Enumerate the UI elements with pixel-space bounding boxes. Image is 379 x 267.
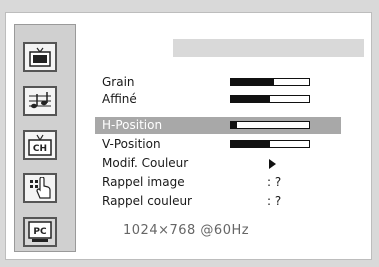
h-position-slider[interactable] <box>230 121 310 129</box>
setup-icon[interactable] <box>23 173 57 203</box>
affine-slider[interactable] <box>230 95 310 103</box>
resolution-text: 1024×768 @60Hz <box>123 223 250 238</box>
v-position-row[interactable]: V-Position <box>95 136 341 153</box>
v-position-label: V-Position <box>102 137 161 151</box>
rappel-image-value: : ? <box>267 175 282 189</box>
rappel-image-row[interactable]: Rappel image : ? <box>95 174 341 191</box>
v-position-slider[interactable] <box>230 140 310 148</box>
arrow-right-icon <box>269 159 276 169</box>
picture-icon[interactable] <box>23 42 57 72</box>
rappel-couleur-row[interactable]: Rappel couleur : ? <box>95 193 341 210</box>
affine-row[interactable]: Affiné <box>95 91 341 108</box>
h-position-row[interactable]: H-Position <box>95 117 341 134</box>
svg-text:CH: CH <box>33 144 47 154</box>
rappel-couleur-value: : ? <box>267 194 282 208</box>
grain-row[interactable]: Grain <box>95 74 341 91</box>
channel-icon[interactable]: CH <box>23 130 57 160</box>
title-bar <box>173 39 364 57</box>
menu-sidebar: CH PC <box>14 24 76 252</box>
modif-couleur-label: Modif. Couleur <box>102 156 189 170</box>
h-position-label: H-Position <box>102 118 163 132</box>
rappel-image-label: Rappel image <box>102 175 185 189</box>
grain-label: Grain <box>102 75 135 89</box>
affine-label: Affiné <box>102 92 137 106</box>
grain-slider[interactable] <box>230 78 310 86</box>
modif-couleur-row[interactable]: Modif. Couleur <box>95 155 341 172</box>
pc-icon[interactable]: PC <box>23 217 57 247</box>
svg-text:PC: PC <box>33 227 47 237</box>
sound-icon[interactable] <box>23 86 57 116</box>
rappel-couleur-label: Rappel couleur <box>102 194 192 208</box>
